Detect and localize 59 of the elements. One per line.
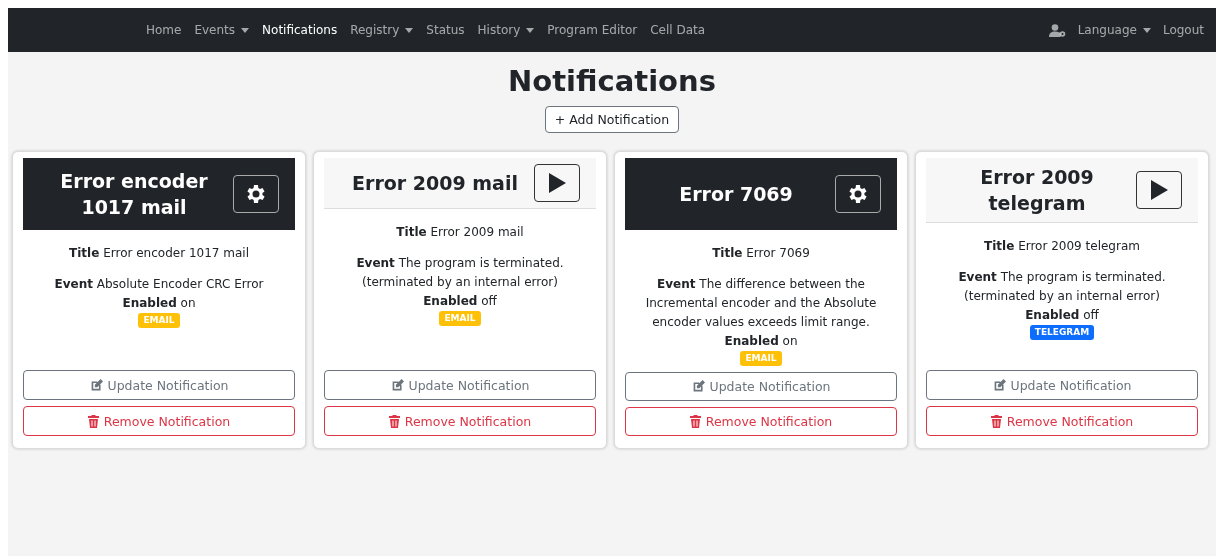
update-button[interactable]: Update Notification bbox=[926, 370, 1198, 400]
caret-icon bbox=[1142, 27, 1151, 33]
event-text: Event The difference between the Incremental encoder and the Absolute encoder values exceeds limit range. bbox=[645, 276, 877, 331]
add-notification-button[interactable]: + Add Notification bbox=[544, 106, 680, 133]
nav-link[interactable]: Cell Data bbox=[650, 23, 706, 37]
settings-button[interactable] bbox=[835, 175, 881, 213]
trash-icon bbox=[689, 415, 701, 428]
user-settings-icon bbox=[1048, 23, 1066, 37]
play-button[interactable] bbox=[534, 164, 580, 202]
channel-badge: TELEGRAM bbox=[1029, 325, 1095, 340]
title-text: Title Error 2009 mail bbox=[396, 224, 524, 241]
enabled-text: Enabled off bbox=[423, 293, 497, 310]
remove-button[interactable]: Remove Notification bbox=[625, 407, 897, 436]
play-icon bbox=[547, 172, 567, 194]
nav-link[interactable]: Registry bbox=[350, 23, 414, 37]
card-title: Error encoder 1017 mail bbox=[59, 169, 209, 220]
remove-button[interactable]: Remove Notification bbox=[926, 406, 1198, 436]
trash-icon bbox=[990, 414, 1002, 428]
page-title: Notifications bbox=[508, 63, 716, 100]
nav-link[interactable]: Language bbox=[1077, 23, 1151, 37]
card-title: Error 7069 bbox=[678, 182, 794, 207]
nav-link[interactable]: Notifications bbox=[262, 23, 338, 37]
play-button[interactable] bbox=[1136, 171, 1182, 209]
remove-button[interactable]: Remove Notification bbox=[324, 406, 596, 436]
edit-icon bbox=[992, 378, 1006, 392]
nav-link[interactable]: Home bbox=[146, 23, 182, 37]
caret-icon bbox=[241, 27, 250, 33]
update-button[interactable]: Update Notification bbox=[23, 370, 295, 400]
enabled-text: Enabled on bbox=[122, 295, 196, 312]
edit-icon bbox=[691, 380, 705, 393]
trash-icon bbox=[388, 414, 400, 428]
trash-icon bbox=[87, 414, 99, 428]
nav-link[interactable]: Logout bbox=[1162, 23, 1204, 37]
nav-link[interactable]: Status bbox=[426, 23, 465, 37]
channel-badge: EMAIL bbox=[740, 351, 782, 366]
nav-link[interactable]: History bbox=[477, 23, 535, 37]
channel-badge: EMAIL bbox=[138, 313, 180, 328]
event-text: Event The program is terminated. (terminated by an internal error) bbox=[957, 269, 1167, 305]
nav-link[interactable]: Events bbox=[194, 23, 250, 37]
title-text: Title Error 7069 bbox=[712, 245, 810, 262]
event-text: Event The program is terminated. (terminated by an internal error) bbox=[355, 255, 565, 291]
play-icon bbox=[1149, 179, 1169, 201]
enabled-text: Enabled on bbox=[724, 333, 798, 350]
channel-badge: EMAIL bbox=[439, 311, 481, 326]
nav-link[interactable]: Program Editor bbox=[547, 23, 638, 37]
title-text: Title Error 2009 telegram bbox=[984, 238, 1140, 255]
title-text: Title Error encoder 1017 mail bbox=[69, 245, 249, 262]
edit-icon bbox=[390, 378, 404, 392]
update-button[interactable]: Update Notification bbox=[625, 372, 897, 401]
remove-button[interactable]: Remove Notification bbox=[23, 406, 295, 436]
caret-icon bbox=[526, 27, 535, 33]
enabled-text: Enabled off bbox=[1025, 307, 1099, 324]
caret-icon bbox=[405, 27, 414, 33]
settings-button[interactable] bbox=[233, 175, 279, 213]
update-button[interactable]: Update Notification bbox=[324, 370, 596, 400]
card-title: Error 2009 telegram bbox=[979, 165, 1095, 216]
card-title: Error 2009 mail bbox=[351, 171, 519, 196]
event-text: Event Absolute Encoder CRC Error bbox=[54, 276, 264, 293]
edit-icon bbox=[89, 378, 103, 392]
